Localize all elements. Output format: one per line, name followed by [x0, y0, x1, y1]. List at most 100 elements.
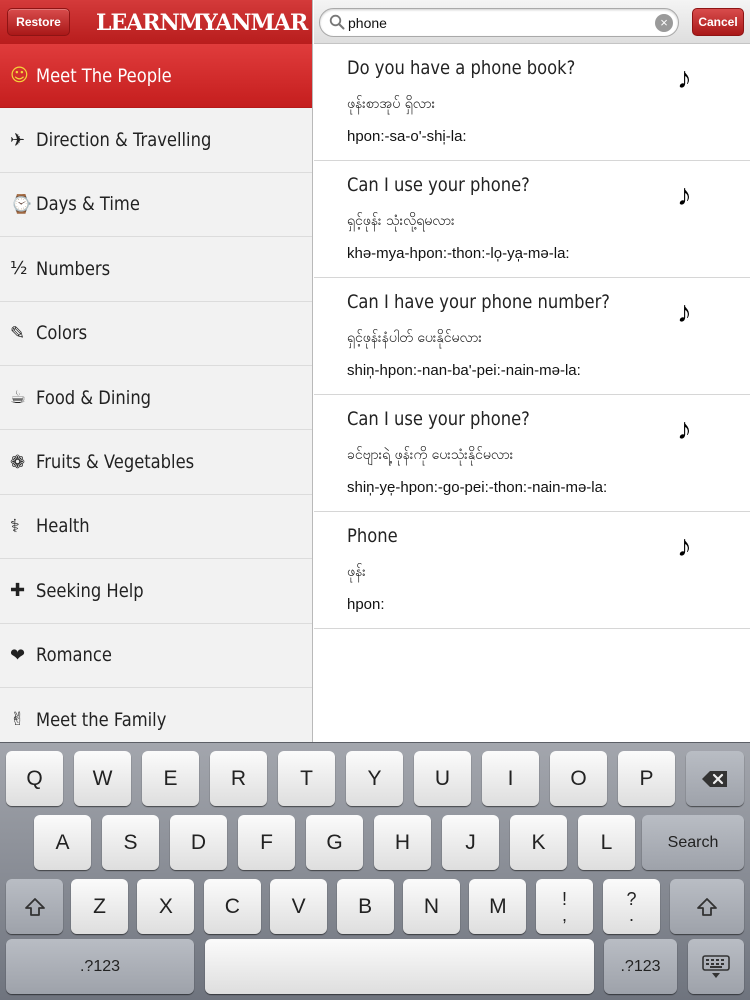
- key-p[interactable]: P: [618, 751, 675, 806]
- search-results-list: Do you have a phone book? ဖုန်းစာအုပ် ရှိ…: [314, 44, 750, 629]
- key-n[interactable]: N: [403, 879, 460, 934]
- key-d[interactable]: D: [170, 815, 227, 870]
- phrase-myanmar: ရှင့်ဖုန်း သုံးလို့ရမလား: [347, 213, 455, 229]
- key-e[interactable]: E: [142, 751, 199, 806]
- music-note-icon[interactable]: ♪: [677, 181, 692, 211]
- phrase-english: Can I have your phone number?: [347, 291, 610, 313]
- numbers-key-left[interactable]: .?123: [6, 939, 194, 994]
- sidebar-item[interactable]: ☕ Food & Dining: [0, 365, 312, 431]
- category-icon: ☕: [10, 387, 27, 409]
- exclamation-key[interactable]: !,: [536, 879, 593, 934]
- sidebar-item-label: Food & Dining: [36, 386, 152, 409]
- sidebar-item[interactable]: ⚕ Health: [0, 494, 312, 560]
- sidebar-item-label: Colors: [36, 322, 88, 345]
- key-o[interactable]: O: [550, 751, 607, 806]
- phrase-romanization: hpon:-sa-o'-shi̩-la:: [347, 128, 467, 145]
- space-bar[interactable]: [205, 939, 594, 994]
- sidebar-item[interactable]: ✎ Colors: [0, 301, 312, 366]
- key-bottom-symbol: .: [628, 904, 634, 925]
- backspace-icon: [702, 770, 727, 787]
- category-icon: ✚: [10, 580, 26, 602]
- sidebar-item-label: Romance: [36, 644, 112, 667]
- key-c[interactable]: C: [203, 879, 261, 934]
- key-t[interactable]: T: [278, 751, 335, 806]
- category-icon: ✎: [10, 322, 26, 344]
- search-field[interactable]: ×: [319, 8, 679, 37]
- sidebar-item[interactable]: ☺ Meet The People: [0, 44, 312, 109]
- sidebar-item[interactable]: ❤ Romance: [0, 623, 312, 688]
- phrase-romanization: khə-mya-hpon:-thon:-lo̩-ya̩-mə-la:: [347, 245, 570, 262]
- category-icon: ☺: [10, 65, 29, 87]
- key-i[interactable]: I: [482, 751, 539, 806]
- key-b[interactable]: B: [336, 879, 394, 934]
- key-g[interactable]: G: [306, 815, 363, 870]
- clear-search-icon[interactable]: ×: [655, 14, 673, 32]
- sidebar-item-label: Direction & Travelling: [36, 129, 212, 152]
- sidebar-item[interactable]: ✚ Seeking Help: [0, 559, 312, 624]
- phrase-english: Do you have a phone book?: [347, 57, 576, 79]
- key-m[interactable]: M: [469, 879, 527, 934]
- music-note-icon[interactable]: ♪: [677, 298, 692, 328]
- phrase-result-row[interactable]: Phone ဖုန်း hpon: ♪: [314, 512, 750, 629]
- phrase-myanmar: ဖုန်း: [347, 564, 366, 580]
- sidebar-item-label: Fruits & Vegetables: [36, 451, 195, 474]
- sidebar-item[interactable]: ✌ Meet the Family: [0, 687, 312, 742]
- music-note-icon[interactable]: ♪: [677, 415, 692, 445]
- phrase-romanization: shin̩-ye̩-hpon:-go-pei:-thon:-nain-mə-la…: [347, 479, 608, 496]
- key-f[interactable]: F: [238, 815, 295, 870]
- category-icon: ✌: [10, 709, 26, 731]
- category-icon: ✈: [10, 129, 26, 151]
- hide-keyboard-key[interactable]: [688, 939, 744, 994]
- sidebar-item[interactable]: ⌚ Days & Time: [0, 172, 312, 238]
- question-key[interactable]: ?.: [603, 879, 660, 934]
- sidebar-header: Restore LEARNMYANMAR: [0, 0, 312, 44]
- key-l[interactable]: L: [578, 815, 635, 870]
- category-icon: ❤: [10, 644, 26, 666]
- numbers-key-right[interactable]: .?123: [604, 939, 677, 994]
- shift-key-right[interactable]: [670, 879, 744, 934]
- restore-button[interactable]: Restore: [7, 8, 70, 36]
- category-icon: ⚕: [10, 515, 20, 537]
- phrase-result-row[interactable]: Can I use your phone? ခင်ဗျားရဲ့ ဖုန်းကို…: [314, 395, 750, 512]
- key-a[interactable]: A: [34, 815, 91, 870]
- category-icon: ❁: [10, 451, 26, 473]
- key-u[interactable]: U: [414, 751, 471, 806]
- category-icon: ⌚: [10, 193, 33, 215]
- category-list: ☺ Meet The People ✈ Direction & Travelling ⌚…: [0, 44, 312, 742]
- on-screen-keyboard: Q W E R T Y U I O P A S D F G H J K L Search Z X C V B N M!,?. .?12…: [0, 742, 750, 1000]
- phrase-english: Phone: [347, 525, 398, 547]
- backspace-key[interactable]: [686, 751, 744, 806]
- key-w[interactable]: W: [74, 751, 131, 806]
- key-y[interactable]: Y: [346, 751, 403, 806]
- key-k[interactable]: K: [510, 815, 567, 870]
- phrase-myanmar: ဖုန်းစာအုပ် ရှိလား: [347, 96, 436, 112]
- phrase-result-row[interactable]: Do you have a phone book? ဖုန်းစာအုပ် ရှိ…: [314, 44, 750, 161]
- sidebar-item-label: Seeking Help: [36, 579, 144, 602]
- key-s[interactable]: S: [102, 815, 159, 870]
- key-bottom-symbol: ,: [561, 904, 567, 925]
- search-input[interactable]: [348, 13, 648, 33]
- key-j[interactable]: J: [442, 815, 499, 870]
- key-q[interactable]: Q: [6, 751, 63, 806]
- key-z[interactable]: Z: [71, 879, 128, 934]
- shift-icon: [697, 897, 717, 916]
- sidebar-item[interactable]: ✈ Direction & Travelling: [0, 108, 312, 173]
- sidebar-item[interactable]: ❁ Fruits & Vegetables: [0, 430, 312, 495]
- key-r[interactable]: R: [210, 751, 267, 806]
- phrase-result-row[interactable]: Can I have your phone number? ရှင့်ဖုန်းန…: [314, 278, 750, 395]
- cancel-button[interactable]: Cancel: [692, 8, 744, 36]
- phrase-result-row[interactable]: Can I use your phone? ရှင့်ဖုန်း သုံးလို့…: [314, 161, 750, 278]
- key-x[interactable]: X: [137, 879, 195, 934]
- music-note-icon[interactable]: ♪: [677, 532, 692, 562]
- key-v[interactable]: V: [270, 879, 328, 934]
- keyboard-hide-icon: [702, 954, 730, 978]
- shift-icon: [24, 897, 45, 916]
- search-key[interactable]: Search: [642, 815, 744, 870]
- phrase-romanization: hpon:: [347, 596, 385, 613]
- sidebar-item-label: Health: [36, 515, 90, 538]
- sidebar-item[interactable]: ½ Numbers: [0, 237, 312, 302]
- phrase-myanmar: ရှင့်ဖုန်းနံပါတ် ပေးနိုင်မလား: [347, 330, 482, 346]
- shift-key-left[interactable]: [6, 879, 63, 934]
- music-note-icon[interactable]: ♪: [677, 64, 692, 94]
- key-h[interactable]: H: [374, 815, 431, 870]
